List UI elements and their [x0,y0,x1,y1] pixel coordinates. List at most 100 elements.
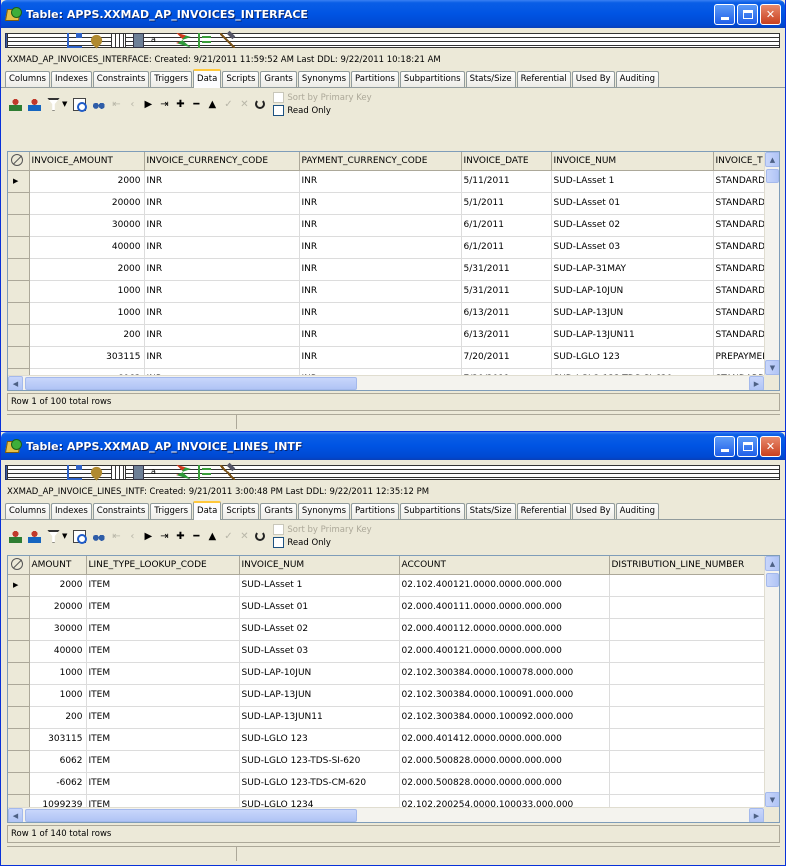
tab-synonyms[interactable]: Synonyms [298,71,350,87]
first-record-icon[interactable]: ⇤ [111,531,121,542]
tab-partitions[interactable]: Partitions [351,503,399,519]
table-cell[interactable]: 02.000.400111.0000.0000.000.000 [399,596,609,618]
table-cell[interactable]: SUD-LAsset 1 [551,170,713,192]
table-cell[interactable]: -6062 [29,772,86,794]
user-blue-icon[interactable] [28,98,41,111]
table-cell[interactable]: INR [144,214,299,236]
table-cell[interactable]: 1000 [29,662,86,684]
scroll-thumb[interactable] [766,169,779,183]
table-row[interactable]: 1000 ITEM SUD-LAP-13JUN 02.102.300384.0000.… [8,684,780,706]
table-cell[interactable]: SUD-LAP-10JUN [551,280,713,302]
tab-grants[interactable]: Grants [260,503,296,519]
tab-columns[interactable]: Columns [5,71,50,87]
row-header[interactable] [8,706,29,728]
tab-grants[interactable]: Grants [260,71,296,87]
table-cell[interactable]: ITEM [86,640,239,662]
binoculars-icon[interactable] [92,530,105,543]
scroll-thumb[interactable] [25,809,357,822]
tab-partitions[interactable]: Partitions [351,71,399,87]
tab-subpartitions[interactable]: Subpartitions [400,503,465,519]
scroll-down-icon[interactable]: ▼ [765,360,780,375]
table-row[interactable]: 6062 ITEM SUD-LGLO 123-TDS-SI-620 02.000.50… [8,750,780,772]
tab-data[interactable]: Data [193,501,221,520]
table-cell[interactable]: CREDIT [713,390,780,391]
table-cell[interactable]: SUD-LAP-13JUN11 [239,706,399,728]
scroll-thumb[interactable] [766,573,779,587]
table-cell[interactable]: 5/11/2011 [461,170,551,192]
refresh-icon[interactable] [255,99,265,109]
scroll-right-icon[interactable]: ▶ [749,376,764,391]
table-cell[interactable]: SUD-LAP-31MAY [551,258,713,280]
next-record-icon[interactable]: ▶ [143,531,153,542]
tab-triggers[interactable]: Triggers [150,71,192,87]
table-cell[interactable] [609,596,780,618]
scroll-thumb[interactable] [25,377,357,390]
calculator-icon[interactable] [133,33,144,48]
title-bar[interactable]: Table: APPS.XXMAD_AP_INVOICE_LINES_INTF … [1,432,785,460]
user-green-icon[interactable] [9,98,22,111]
horizontal-scrollbar[interactable]: ◀ ▶ [8,375,764,390]
row-header[interactable] [8,324,29,346]
row-header[interactable] [8,662,29,684]
table-cell[interactable]: INR [144,302,299,324]
scroll-right-icon[interactable]: ▶ [749,808,764,823]
find-icon[interactable] [73,530,86,543]
table-cell[interactable]: 2000 [29,258,144,280]
column-header[interactable]: INVOICE_DATE [461,152,551,170]
row-header[interactable] [8,618,29,640]
table-cell[interactable]: SUD-LGLO 123-TDS-CM-620 [239,772,399,794]
table-cell[interactable]: 02.000.500828.0000.0000.000.000 [399,750,609,772]
table-cell[interactable]: SUD-LAP-13JUN [551,302,713,324]
tab-scripts[interactable]: Scripts [222,71,259,87]
tab-stats-size[interactable]: Stats/Size [466,71,516,87]
twig-icon[interactable] [198,465,213,480]
table-cell[interactable]: 2000 [29,170,144,192]
next-record-icon[interactable]: ▶ [143,99,153,110]
table-cell[interactable]: ITEM [86,728,239,750]
table-cell[interactable]: 6/1/2011 [461,214,551,236]
sort-by-primary-key-checkbox[interactable]: Sort by Primary Key [273,91,371,104]
close-button[interactable]: ✕ [760,436,781,457]
tree-icon[interactable] [67,465,82,480]
table-row[interactable]: 1000 INR INR 6/13/2011 SUD-LAP-13JUN STANDARD [8,302,780,324]
delete-record-icon[interactable]: ━ [191,99,201,110]
close-button[interactable]: ✕ [760,4,781,25]
table-row[interactable]: 200 ITEM SUD-LAP-13JUN11 02.102.300384.0000… [8,706,780,728]
table-cell[interactable]: INR [144,280,299,302]
table-row[interactable]: 40000 ITEM SUD-LAsset 03 02.000.400121.0000… [8,640,780,662]
row-header[interactable] [8,640,29,662]
table-cell[interactable]: ITEM [86,684,239,706]
table-cell[interactable]: 02.000.400112.0000.0000.000.000 [399,618,609,640]
table-cell[interactable] [609,728,780,750]
table-cell[interactable]: SUD-LAsset 01 [239,596,399,618]
table-cell[interactable]: INR [299,258,461,280]
table-row[interactable]: 20000 INR INR 5/1/2011 SUD-LAsset 01 STANDARD [8,192,780,214]
tab-used-by[interactable]: Used By [572,71,615,87]
tab-scripts[interactable]: Scripts [222,503,259,519]
table-cell[interactable]: 1000 [29,302,144,324]
first-record-icon[interactable]: ⇤ [111,99,121,110]
prior-record-icon[interactable]: ‹ [127,531,137,542]
column-header[interactable]: INVOICE_NUM [551,152,713,170]
table-cell[interactable]: 5/31/2011 [461,280,551,302]
read-only-checkbox[interactable]: Read Only [273,104,371,117]
table-cell[interactable]: 2000 [29,574,86,596]
scroll-up-icon[interactable]: ▲ [765,152,780,167]
last-record-icon[interactable]: ⇥ [159,99,169,110]
table-cell[interactable]: ITEM [86,772,239,794]
table-row[interactable]: 40000 INR INR 6/1/2011 SUD-LAsset 03 STANDARD [8,236,780,258]
table-cell[interactable]: SUD-LAsset 1 [239,574,399,596]
table-row[interactable]: 20000 ITEM SUD-LAsset 01 02.000.400111.0000… [8,596,780,618]
current-row-indicator[interactable] [8,170,29,192]
table-cell[interactable]: SUD-LAP-13JUN11 [551,324,713,346]
table-cell[interactable]: ITEM [86,706,239,728]
current-row-indicator[interactable] [8,574,29,596]
table-cell[interactable]: ITEM [86,596,239,618]
table-cell[interactable]: 7/20/2011 [461,346,551,368]
edit-record-icon[interactable]: ▲ [207,531,217,542]
table-cell[interactable]: INR [299,192,461,214]
table-row[interactable]: 1000 INR INR 5/31/2011 SUD-LAP-10JUN STANDARD [8,280,780,302]
read-only-checkbox[interactable]: Read Only [273,536,371,549]
table-cell[interactable]: SUD-LGLO 123-TDS-SI-620 [239,750,399,772]
table-cell[interactable]: 6/1/2011 [461,236,551,258]
